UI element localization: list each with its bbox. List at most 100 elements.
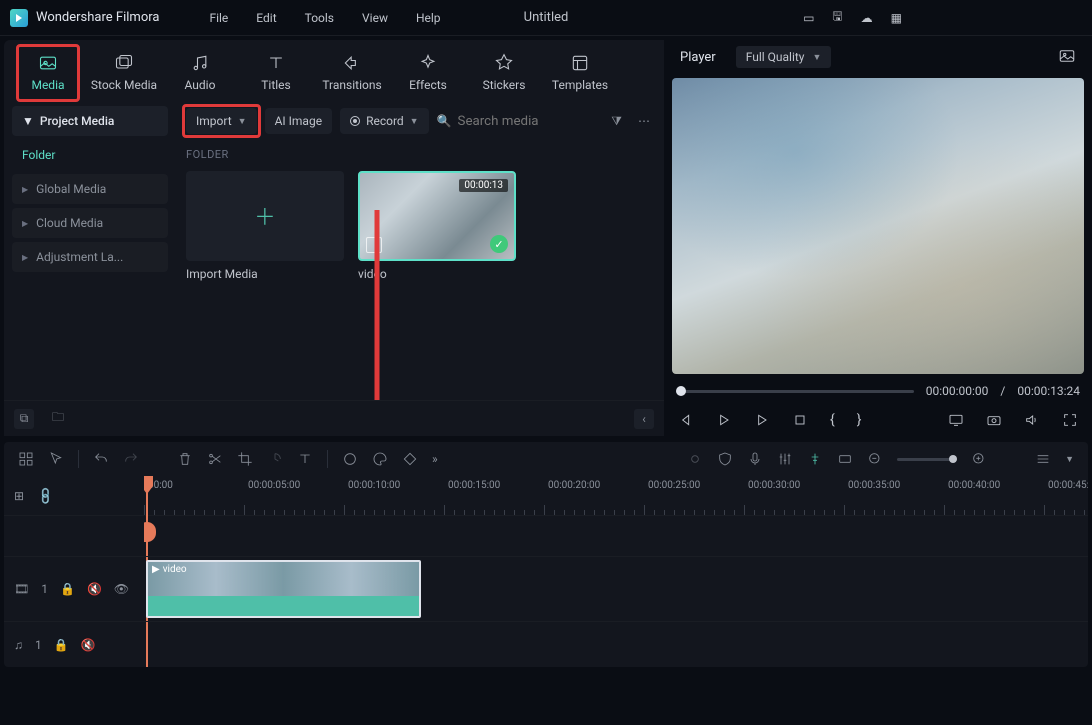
preview-tabbar: Player Full Quality ▼ — [672, 36, 1084, 78]
source-tab-strip: Media Stock Media Audio Titles Transitio… — [4, 40, 664, 100]
text-icon[interactable] — [297, 451, 313, 467]
palette-icon[interactable] — [372, 451, 388, 467]
track-view-icon[interactable] — [1035, 451, 1051, 467]
filter-icon[interactable]: ⧩ — [607, 110, 626, 133]
link-icon[interactable]: 🔗 — [35, 485, 55, 505]
chevron-down-icon: ▼ — [813, 52, 822, 63]
preview-canvas[interactable] — [672, 78, 1084, 374]
tab-audio[interactable]: Audio — [162, 46, 238, 100]
marker-icon[interactable] — [807, 451, 823, 467]
mark-in-icon[interactable]: { — [830, 412, 835, 428]
sidebar-global-media[interactable]: ▶ Global Media — [12, 174, 168, 204]
sidebar-adjustment-layer[interactable]: ▶ Adjustment La... — [12, 242, 168, 272]
ai-image-button[interactable]: AI Image — [265, 108, 332, 134]
render-icon[interactable] — [837, 451, 853, 467]
mixer-icon[interactable] — [777, 451, 793, 467]
audio-track-icon: ♫ — [14, 638, 23, 652]
camera-icon[interactable] — [986, 412, 1002, 428]
color-icon[interactable] — [342, 451, 358, 467]
audio-track-row[interactable] — [144, 621, 1088, 667]
search-input[interactable] — [458, 114, 558, 129]
preview-scrubber[interactable] — [676, 390, 914, 393]
play-icon[interactable] — [716, 412, 732, 428]
tab-transitions[interactable]: Transitions — [314, 46, 390, 100]
video-clip-tile[interactable]: 00:00:13 ✓ — [358, 171, 516, 261]
mark-out-icon[interactable]: } — [857, 412, 862, 428]
sidebar-folder[interactable]: Folder — [12, 140, 168, 170]
mic-icon[interactable] — [747, 451, 763, 467]
audio-track-header[interactable]: ♫ 1 🔒 🔇 — [4, 621, 144, 667]
mute-icon[interactable]: 🔇 — [81, 638, 96, 652]
menu-edit[interactable]: Edit — [256, 11, 276, 25]
cursor-icon[interactable] — [48, 451, 64, 467]
prev-frame-icon[interactable] — [678, 412, 694, 428]
player-tab[interactable]: Player — [680, 50, 716, 65]
speed-icon[interactable] — [267, 451, 283, 467]
triangle-down-icon: ▼ — [22, 114, 34, 128]
undo-icon[interactable] — [93, 451, 109, 467]
ruler-label: 00:00:10:00 — [348, 480, 400, 491]
media-sidebar: ▼ Project Media Folder ▶ Global Media ▶ … — [4, 100, 176, 400]
save-icon[interactable]: 🖫 — [832, 7, 842, 28]
folder-icon[interactable]: 🗀 — [48, 409, 68, 429]
sidebar-cloud-media[interactable]: ▶ Cloud Media — [12, 208, 168, 238]
more-icon[interactable]: ⋯ — [634, 110, 654, 132]
tab-media[interactable]: Media — [10, 46, 86, 100]
tab-titles[interactable]: Titles — [238, 46, 314, 100]
video-track-header[interactable]: 🎞 1 🔒 🔇 👁 — [4, 556, 144, 621]
timeline-tracks[interactable]: 00:0000:00:05:0000:00:10:0000:00:15:0000… — [144, 476, 1088, 667]
stock-icon — [113, 52, 135, 74]
menu-file[interactable]: File — [209, 11, 228, 25]
snapshot-icon[interactable] — [1058, 47, 1076, 68]
target-icon[interactable] — [687, 451, 703, 467]
more-tools-icon[interactable]: » — [432, 452, 438, 466]
sidebar-project-media[interactable]: ▼ Project Media — [12, 106, 168, 136]
zoom-out-icon[interactable] — [867, 451, 883, 467]
import-button[interactable]: Import ▼ — [186, 108, 257, 134]
menu-tools[interactable]: Tools — [305, 11, 334, 25]
ruler-label: 00:00:15:00 — [448, 480, 500, 491]
cloud-upload-icon[interactable]: ☁ — [861, 11, 873, 25]
display-icon[interactable] — [948, 412, 964, 428]
time-ruler[interactable]: 00:0000:00:05:0000:00:10:0000:00:15:0000… — [144, 476, 1088, 516]
video-track-icon: 🎞 — [14, 582, 29, 596]
new-folder-icon[interactable]: ⧉ — [14, 409, 34, 429]
tab-stickers[interactable]: Stickers — [466, 46, 542, 100]
menu-help[interactable]: Help — [416, 11, 441, 25]
collapse-icon[interactable]: ‹ — [634, 409, 654, 429]
redo-icon[interactable] — [123, 451, 139, 467]
zoom-in-icon[interactable] — [971, 451, 987, 467]
grid-apps-icon[interactable]: ▦ — [891, 11, 902, 25]
tab-effects[interactable]: Effects — [390, 46, 466, 100]
fullscreen-icon[interactable] — [1062, 412, 1078, 428]
stop-icon[interactable] — [792, 412, 808, 428]
device-icon[interactable]: ▭ — [803, 11, 814, 25]
quality-dropdown[interactable]: Full Quality ▼ — [736, 46, 832, 68]
app-logo-title: Wondershare Filmora — [10, 9, 159, 27]
clip-type-icon — [366, 237, 382, 253]
tab-templates[interactable]: Templates — [542, 46, 618, 100]
volume-icon[interactable] — [1024, 412, 1040, 428]
zoom-slider[interactable] — [897, 458, 957, 461]
play-forward-icon[interactable] — [754, 412, 770, 428]
video-track-row[interactable]: ▶video — [144, 556, 1088, 621]
delete-icon[interactable] — [177, 451, 193, 467]
menu-view[interactable]: View — [362, 11, 388, 25]
import-media-tile[interactable]: + — [186, 171, 344, 261]
split-icon[interactable] — [207, 451, 223, 467]
record-button[interactable]: Record ▼ — [340, 108, 429, 134]
crop-icon[interactable] — [237, 451, 253, 467]
folder-heading: FOLDER — [186, 148, 654, 161]
lock-icon[interactable]: 🔒 — [54, 638, 69, 652]
timeline-clip[interactable]: ▶video — [146, 560, 421, 618]
layout-icon[interactable] — [18, 451, 34, 467]
shield-icon[interactable] — [717, 451, 733, 467]
mute-icon[interactable]: 🔇 — [87, 582, 102, 596]
timeline-panel: » ▼ ⊞ 🔗 🎞 1 🔒 🔇 — [4, 442, 1088, 667]
titlebar-right-icons: ▭ 🖫 ☁ ▦ — [803, 7, 1082, 28]
lock-icon[interactable]: 🔒 — [60, 582, 75, 596]
keyframe-icon[interactable] — [402, 451, 418, 467]
tab-stock-media[interactable]: Stock Media — [86, 46, 162, 100]
eye-icon[interactable]: 👁 — [114, 582, 129, 596]
add-track-icon[interactable]: ⊞ — [14, 489, 24, 503]
